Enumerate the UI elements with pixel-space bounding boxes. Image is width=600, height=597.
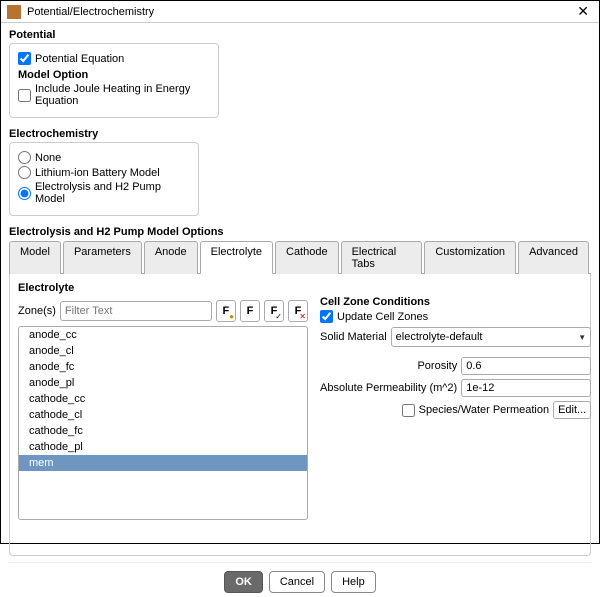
tabs: Model Parameters Anode Electrolyte Catho… [9, 240, 591, 274]
electrolyte-subheading: Electrolyte [18, 282, 582, 294]
potential-equation-label: Potential Equation [35, 53, 124, 65]
edit-button[interactable]: Edit... [553, 401, 591, 419]
list-item[interactable]: cathode_cl [19, 407, 307, 423]
dialog-buttons: OK Cancel Help [9, 562, 591, 593]
tab-electrical-tabs[interactable]: Electrical Tabs [341, 241, 423, 274]
abs-perm-input[interactable] [461, 379, 591, 397]
list-item[interactable]: anode_fc [19, 359, 307, 375]
model-option-heading: Model Option [18, 69, 210, 81]
electrochem-electrolysis-input[interactable] [18, 187, 31, 200]
species-permeation-input[interactable] [402, 404, 415, 417]
tab-parameters[interactable]: Parameters [63, 241, 142, 274]
joule-heating-checkbox[interactable]: Include Joule Heating in Energy Equation [18, 83, 210, 107]
abs-perm-label: Absolute Permeability (m^2) [320, 382, 457, 394]
porosity-input[interactable] [461, 357, 591, 375]
zone-label: Zone(s) [18, 305, 56, 317]
electrochem-lithium-label: Lithium-ion Battery Model [35, 167, 160, 179]
solid-material-value: electrolyte-default [396, 331, 483, 343]
potential-fieldset: Potential Equation Model Option Include … [9, 43, 219, 118]
list-item[interactable]: anode_cc [19, 327, 307, 343]
electrochem-lithium-input[interactable] [18, 166, 31, 179]
list-item[interactable]: anode_cl [19, 343, 307, 359]
electrochem-none-radio[interactable]: None [18, 151, 190, 164]
list-item-selected[interactable]: mem [19, 455, 307, 471]
joule-heating-input[interactable] [18, 89, 31, 102]
electrochem-none-label: None [35, 152, 61, 164]
zone-listbox[interactable]: anode_cc anode_cl anode_fc anode_pl cath… [18, 326, 308, 520]
electrochem-electrolysis-radio[interactable]: Electrolysis and H2 Pump Model [18, 181, 190, 205]
list-item[interactable]: anode_pl [19, 375, 307, 391]
cell-zone-heading: Cell Zone Conditions [320, 296, 591, 308]
zone-filter-input[interactable] [60, 301, 212, 321]
electrochem-electrolysis-label: Electrolysis and H2 Pump Model [35, 181, 190, 205]
potential-heading: Potential [9, 29, 591, 41]
tab-anode[interactable]: Anode [144, 241, 198, 274]
update-cell-zones-checkbox[interactable]: Update Cell Zones [320, 310, 591, 323]
tab-electrolyte[interactable]: Electrolyte [200, 241, 273, 274]
species-permeation-checkbox[interactable]: Species/Water Permeation [402, 404, 549, 417]
electrochem-none-input[interactable] [18, 151, 31, 164]
list-item[interactable]: cathode_pl [19, 439, 307, 455]
electrochem-fieldset: None Lithium-ion Battery Model Electroly… [9, 142, 199, 216]
app-icon [7, 5, 21, 19]
joule-heating-label: Include Joule Heating in Energy Equation [35, 83, 210, 107]
select-all-icon[interactable]: F✓ [264, 300, 284, 322]
cancel-button[interactable]: Cancel [269, 571, 325, 593]
update-cell-zones-label: Update Cell Zones [337, 311, 428, 323]
electrochem-heading: Electrochemistry [9, 128, 591, 140]
clear-selection-icon[interactable]: F✕ [288, 300, 308, 322]
species-permeation-label: Species/Water Permeation [419, 404, 549, 416]
tab-panel-electrolyte: Electrolyte Zone(s) F● F F✓ F✕ anode_cc … [9, 274, 591, 556]
ok-button[interactable]: OK [224, 571, 263, 593]
solid-material-label: Solid Material [320, 331, 387, 343]
solid-material-select[interactable]: electrolyte-default [391, 327, 592, 347]
model-options-heading: Electrolysis and H2 Pump Model Options [9, 226, 591, 238]
electrochem-lithium-radio[interactable]: Lithium-ion Battery Model [18, 166, 190, 179]
tab-advanced[interactable]: Advanced [518, 241, 589, 274]
tab-customization[interactable]: Customization [424, 241, 516, 274]
window-title: Potential/Electrochemistry [27, 6, 573, 18]
tab-model[interactable]: Model [9, 241, 61, 274]
list-item[interactable]: cathode_fc [19, 423, 307, 439]
potential-equation-checkbox[interactable]: Potential Equation [18, 52, 210, 65]
potential-equation-input[interactable] [18, 52, 31, 65]
close-icon[interactable]: ✕ [573, 3, 593, 20]
filter-match-icon[interactable]: F● [216, 300, 236, 322]
titlebar: Potential/Electrochemistry ✕ [1, 1, 599, 23]
list-item[interactable]: cathode_cc [19, 391, 307, 407]
tab-cathode[interactable]: Cathode [275, 241, 339, 274]
porosity-label: Porosity [417, 360, 457, 372]
update-cell-zones-input[interactable] [320, 310, 333, 323]
help-button[interactable]: Help [331, 571, 376, 593]
filter-icon[interactable]: F [240, 300, 260, 322]
